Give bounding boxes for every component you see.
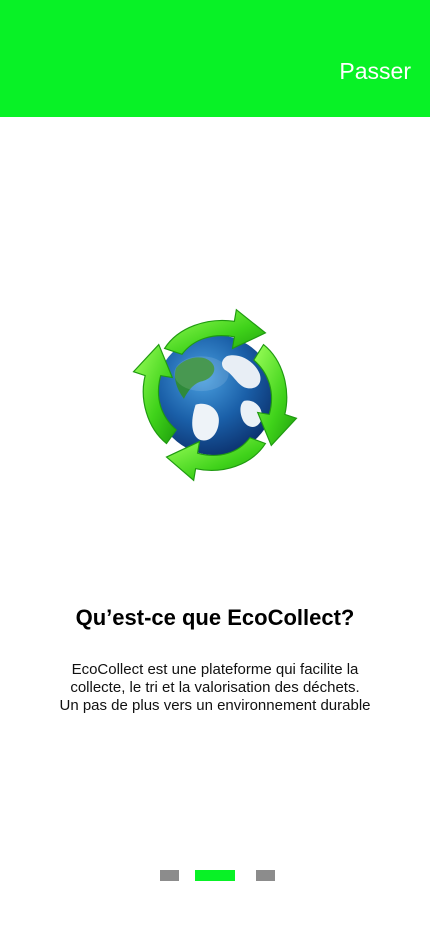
page-dot-2-active[interactable] bbox=[195, 870, 235, 881]
page-dot-3[interactable] bbox=[256, 870, 275, 881]
description-line: collecte, le tri et la valorisation des … bbox=[70, 679, 360, 696]
pagination-indicator bbox=[0, 870, 430, 881]
skip-button[interactable]: Passer bbox=[339, 58, 411, 85]
recycle-globe-icon bbox=[132, 308, 298, 482]
description-line: EcoCollect est une plateforme qui facili… bbox=[71, 661, 359, 678]
page-dot-1[interactable] bbox=[160, 870, 179, 881]
top-header: Passer bbox=[0, 0, 430, 117]
description: EcoCollect est une plateforme qui facili… bbox=[40, 661, 390, 715]
page-title: Qu’est-ce que EcoCollect? bbox=[75, 605, 355, 630]
description-line: Un pas de plus vers un environnement dur… bbox=[59, 697, 371, 714]
